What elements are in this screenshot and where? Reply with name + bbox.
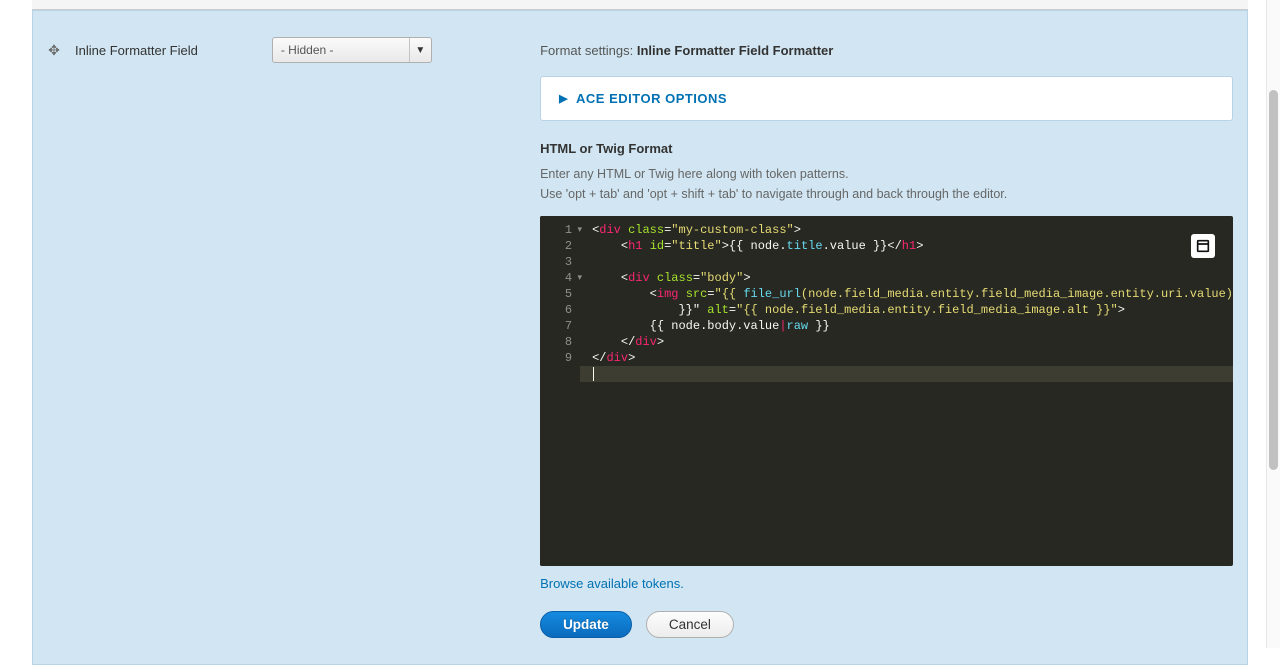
ace-editor-options-accordion[interactable]: ▶ ACE EDITOR OPTIONS xyxy=(540,76,1233,121)
top-strip xyxy=(32,0,1248,10)
hint-line-2: Use 'opt + tab' and 'opt + shift + tab' … xyxy=(540,184,1233,204)
field-label: Inline Formatter Field xyxy=(75,43,198,58)
label-visibility-select[interactable]: - Hidden - ▼ xyxy=(272,37,432,63)
field-row-left: ✥ Inline Formatter Field - Hidden - ▼ xyxy=(47,29,520,63)
fullscreen-icon[interactable] xyxy=(1191,234,1215,258)
accordion-title-text: ACE EDITOR OPTIONS xyxy=(576,91,727,106)
field-settings-panel: ✥ Inline Formatter Field - Hidden - ▼ Fo… xyxy=(32,10,1248,665)
browse-tokens-link[interactable]: Browse available tokens. xyxy=(540,576,684,591)
format-settings-label: Format settings: Inline Formatter Field … xyxy=(540,43,1233,58)
update-button[interactable]: Update xyxy=(540,611,632,638)
html-format-label: HTML or Twig Format xyxy=(540,141,1233,156)
editor-gutter: 123456789 xyxy=(540,216,580,566)
field-row-right: Format settings: Inline Formatter Field … xyxy=(520,29,1233,638)
hint-line-1: Enter any HTML or Twig here along with t… xyxy=(540,164,1233,184)
chevron-down-icon: ▼ xyxy=(409,38,431,62)
select-value: - Hidden - xyxy=(281,43,334,57)
vertical-scrollbar[interactable] xyxy=(1266,0,1280,648)
scrollbar-thumb[interactable] xyxy=(1269,90,1278,470)
accordion-arrow-icon: ▶ xyxy=(559,92,568,105)
editor-code-area[interactable]: <div class="my-custom-class"> <h1 id="ti… xyxy=(580,216,1233,566)
cancel-button[interactable]: Cancel xyxy=(646,611,734,638)
move-icon[interactable]: ✥ xyxy=(47,43,61,57)
ace-code-editor[interactable]: 123456789 <div class="my-custom-class"> … xyxy=(540,216,1233,566)
